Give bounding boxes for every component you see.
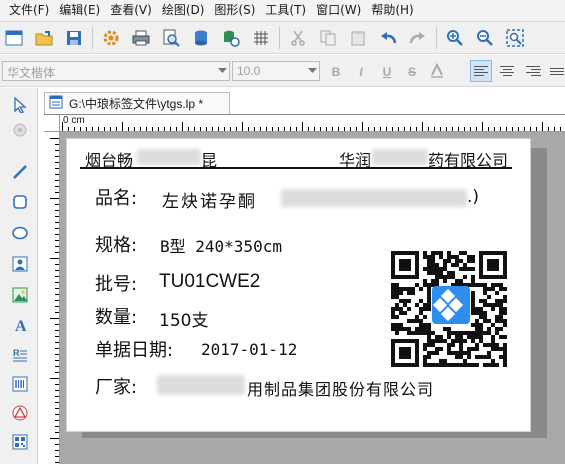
grid-icon[interactable] (249, 26, 272, 50)
italic-button[interactable]: I (352, 63, 370, 81)
document-tab-title: G:\中琅标签文件\ytgs.lp * (69, 97, 204, 111)
format-toolbar: 华文楷体 10.0 B I U S (0, 55, 565, 87)
picture-icon[interactable] (9, 284, 31, 306)
product-name-value[interactable]: 左炔诺孕酮 (162, 187, 257, 212)
quantity-label[interactable]: 数量: (95, 303, 137, 329)
shape-tool-icon[interactable] (9, 402, 31, 424)
font-family-select[interactable]: 华文楷体 (2, 61, 230, 81)
redacted-area (281, 189, 467, 207)
horizontal-ruler[interactable]: 0 cm (60, 115, 565, 132)
main-toolbar (0, 21, 565, 54)
chevron-down-icon (215, 62, 229, 80)
image-frame-icon[interactable] (9, 253, 31, 275)
open-folder-icon[interactable] (32, 26, 55, 50)
menu-help[interactable]: 帮助(H) (366, 0, 418, 21)
align-right-button[interactable] (522, 60, 544, 82)
redacted-area (157, 375, 245, 395)
database-link-icon[interactable] (219, 26, 242, 50)
rich-text-icon[interactable]: R (9, 344, 31, 366)
label-canvas[interactable]: 烟台畅 昆 华润 药有限公司 品名: 左炔诺孕酮 .) 规格: B型 240*3… (66, 138, 531, 432)
svg-text:R: R (13, 348, 20, 358)
font-family-value: 华文楷体 (7, 66, 56, 80)
select-pointer-icon[interactable] (9, 94, 31, 116)
bold-button[interactable]: B (327, 63, 345, 81)
chevron-down-icon (305, 62, 319, 80)
zoom-fit-icon[interactable] (503, 26, 526, 50)
menu-shape[interactable]: 图形(S) (209, 0, 260, 21)
font-size-value: 10.0 (237, 64, 261, 78)
ruler-origin-label: 0 cm (63, 115, 85, 126)
redacted-area (372, 149, 428, 165)
menu-draw[interactable]: 绘图(D) (157, 0, 210, 21)
maker-label[interactable]: 厂家: (95, 373, 137, 399)
toolbar-separator (279, 26, 280, 49)
header-divider-line[interactable] (80, 167, 512, 169)
database-icon[interactable] (189, 26, 212, 50)
settings-gear-icon[interactable] (99, 26, 122, 50)
save-icon[interactable] (62, 26, 85, 50)
document-icon (49, 95, 63, 112)
spec-label[interactable]: 规格: (95, 231, 137, 257)
zoom-in-icon[interactable] (443, 26, 466, 50)
align-left-button[interactable] (470, 60, 492, 82)
ruler-corner (44, 115, 60, 132)
font-size-select[interactable]: 10.0 (232, 61, 320, 81)
rotate-icon[interactable] (9, 119, 31, 141)
zoom-out-icon[interactable] (473, 26, 496, 50)
ellipse-tool-icon[interactable] (9, 222, 31, 244)
qr-logo-icon (432, 286, 470, 324)
strikethrough-button[interactable]: S (403, 63, 421, 81)
undo-icon[interactable] (376, 26, 399, 50)
redo-icon[interactable] (406, 26, 429, 50)
rectangle-tool-icon[interactable] (9, 191, 31, 213)
date-label[interactable]: 单据日期: (95, 336, 173, 362)
barcode-icon[interactable] (9, 373, 31, 395)
print-preview-icon[interactable] (159, 26, 182, 50)
line-tool-icon[interactable] (9, 161, 31, 183)
toolbar-separator (436, 26, 437, 49)
menu-file[interactable]: 文件(F) (4, 0, 54, 21)
underline-button[interactable]: U (378, 63, 396, 81)
svg-text:A: A (15, 318, 27, 333)
text-color-icon[interactable] (428, 62, 446, 81)
cut-icon[interactable] (286, 26, 309, 50)
menubar: 文件(F) 编辑(E) 查看(V) 绘图(D) 图形(S) 工具(T) 窗口(W… (0, 0, 565, 21)
quantity-value[interactable]: 150支 (159, 306, 208, 331)
maker-value[interactable]: 用制品集团股份有限公司 (247, 376, 434, 400)
date-value[interactable]: 2017-01-12 (201, 340, 297, 359)
print-icon[interactable] (129, 26, 152, 50)
paste-icon[interactable] (346, 26, 369, 50)
align-justify-button[interactable] (546, 60, 565, 82)
menu-window[interactable]: 窗口(W) (311, 0, 366, 21)
align-center-button[interactable] (496, 60, 518, 82)
qrcode-tool-icon[interactable] (9, 431, 31, 453)
drawing-tool-palette: A R (0, 88, 38, 464)
redacted-area (137, 149, 201, 165)
batch-value[interactable]: TU01CWE2 (159, 271, 260, 293)
vertical-ruler[interactable] (44, 132, 60, 464)
product-name-label[interactable]: 品名: (95, 184, 137, 210)
product-name-tail[interactable]: .) (467, 187, 479, 207)
copy-icon[interactable] (316, 26, 339, 50)
document-tab[interactable]: G:\中琅标签文件\ytgs.lp * (44, 92, 230, 114)
new-file-icon[interactable] (2, 26, 25, 50)
menu-edit[interactable]: 编辑(E) (54, 0, 105, 21)
menu-view[interactable]: 查看(V) (105, 0, 157, 21)
toolbar-separator (92, 26, 93, 49)
text-tool-icon[interactable]: A (9, 314, 31, 336)
menu-tools[interactable]: 工具(T) (260, 0, 311, 21)
spec-value[interactable]: B型 240*350cm (160, 233, 282, 257)
qrcode-element[interactable] (391, 251, 507, 367)
batch-label[interactable]: 批号: (95, 270, 137, 296)
